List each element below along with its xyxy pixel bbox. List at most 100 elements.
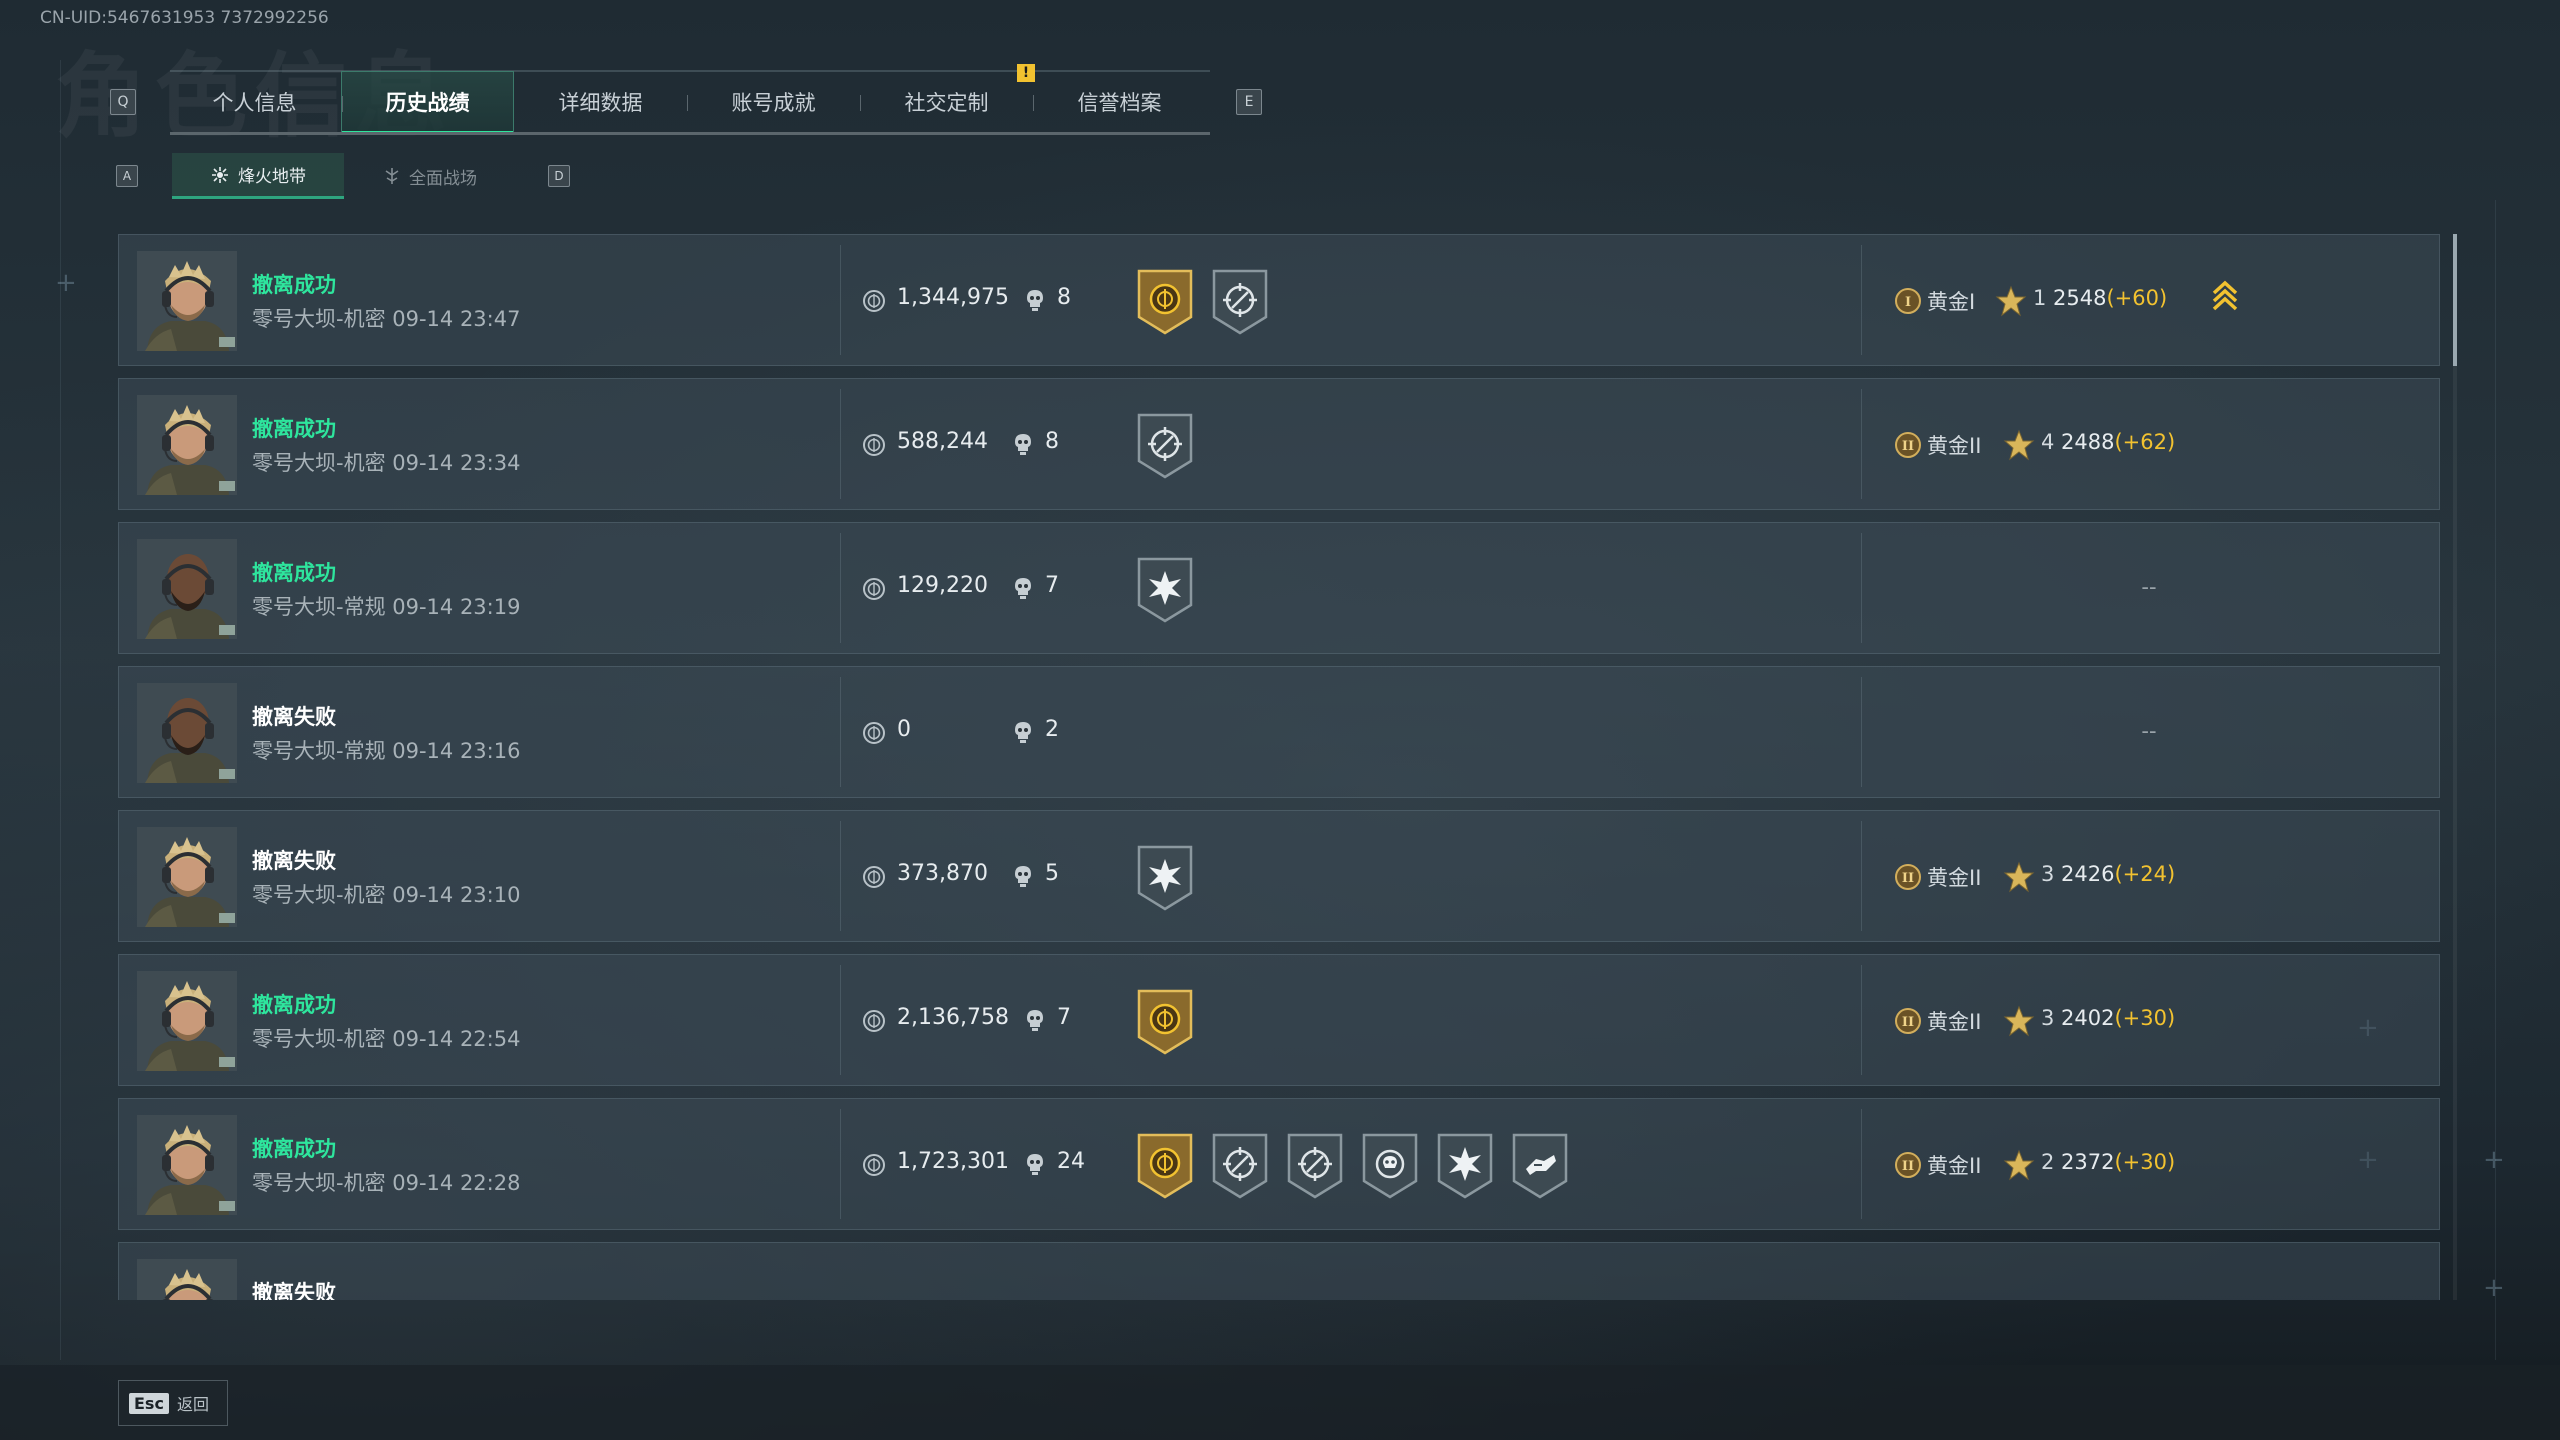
kill-count: 5	[1045, 861, 1059, 886]
extraction-status: 撤离失败	[252, 705, 336, 729]
asset-value: 373,870	[897, 861, 988, 886]
rank-label: 黄金II	[1927, 1010, 1982, 1034]
scrollbar-track[interactable]	[2453, 234, 2457, 1300]
gold-coin-medal-icon[interactable]	[1135, 267, 1195, 335]
operator-avatar	[137, 539, 237, 639]
match-row[interactable]: 撤离失败	[118, 1242, 2440, 1300]
tab-prev-key[interactable]: Q	[110, 89, 136, 115]
burst-medal-icon[interactable]	[1435, 1131, 1495, 1199]
svg-text:I: I	[1905, 295, 1911, 310]
kill-count: 7	[1057, 1005, 1071, 1030]
gold-coin-medal-icon[interactable]	[1135, 987, 1195, 1055]
hands-medal-icon[interactable]	[1510, 1131, 1570, 1199]
svg-text:II: II	[1902, 1015, 1914, 1030]
back-button[interactable]: Esc 返回	[118, 1380, 228, 1426]
match-row[interactable]: 撤离失败 零号大坝-机密 09-14 23:10 373,870 5 II 黄金II 3 24…	[118, 810, 2440, 942]
map-mode-time: 零号大坝-机密 09-14 23:10	[252, 883, 521, 907]
star-count: 2	[2041, 1150, 2055, 1174]
subtab-full-battlefield[interactable]: 全面战场	[344, 153, 516, 199]
decor-plus: +	[55, 268, 77, 298]
tab-reputation[interactable]: 信誉档案	[1033, 71, 1206, 133]
match-row[interactable]: 撤离成功 零号大坝-常规 09-14 23:19 129,220 7 --	[118, 522, 2440, 654]
asset-value: 1,344,975	[897, 285, 1009, 310]
score-delta: (+62)	[2114, 430, 2176, 454]
decor-line	[60, 60, 61, 1360]
rank-label: 黄金II	[1927, 434, 1982, 458]
coin-icon	[862, 433, 886, 457]
operator-avatar	[137, 395, 237, 495]
operator-avatar	[137, 1259, 237, 1300]
tab-match-history[interactable]: 历史战绩	[341, 71, 514, 135]
rank-up-icon	[2211, 279, 2239, 319]
tab-detailed-stats[interactable]: 详细数据	[514, 71, 687, 133]
burst-medal-icon[interactable]	[1135, 555, 1195, 623]
svg-text:II: II	[1902, 871, 1914, 886]
extraction-status: 撤离成功	[252, 993, 336, 1017]
star-count: 4	[2041, 430, 2055, 454]
coin-icon	[862, 289, 886, 313]
medal-list	[1135, 267, 1270, 335]
tab-label: 账号成就	[731, 91, 816, 115]
match-history-list[interactable]: 撤离成功 零号大坝-机密 09-14 23:47 1,344,975 8 I 黄金I 1 25…	[118, 234, 2442, 1300]
match-row[interactable]: 撤离成功 零号大坝-机密 09-14 23:34 588,244 8 II 黄金II 4 24…	[118, 378, 2440, 510]
tab-label: 社交定制	[904, 91, 989, 115]
score-delta: (+30)	[2114, 1150, 2176, 1174]
decor-line	[2495, 200, 2496, 1360]
coin-icon	[862, 721, 886, 745]
coin-icon	[862, 577, 886, 601]
crosshair-medal-icon[interactable]	[1210, 1131, 1270, 1199]
kill-count: 7	[1045, 573, 1059, 598]
skull-wings-medal-icon[interactable]	[1360, 1131, 1420, 1199]
crosshair-medal-icon[interactable]	[1285, 1131, 1345, 1199]
rank-score: 2548(+60)	[2053, 286, 2167, 310]
column-divider	[840, 821, 841, 931]
tab-achievements[interactable]: 账号成就	[687, 71, 860, 133]
match-row[interactable]: 撤离成功 零号大坝-机密 09-14 22:28 1,723,301 24 II 黄金II…	[118, 1098, 2440, 1230]
tabbar-underline	[170, 132, 1210, 135]
extraction-status: 撤离成功	[252, 561, 336, 585]
skull-icon	[1024, 1152, 1046, 1176]
rank-empty: --	[2141, 575, 2157, 599]
match-row[interactable]: 撤离成功 零号大坝-机密 09-14 22:54 2,136,758 7 II 黄金II 3…	[118, 954, 2440, 1086]
subtab-label: 烽火地带	[238, 167, 306, 187]
rank-score: 2426(+24)	[2061, 862, 2175, 886]
battlefield-icon	[385, 168, 399, 184]
star-count: 3	[2041, 862, 2055, 886]
rank-label: 黄金II	[1927, 1154, 1982, 1178]
decor-plus: +	[2483, 1145, 2505, 1175]
tab-label: 详细数据	[558, 91, 643, 115]
rank-empty: --	[2141, 719, 2157, 743]
tab-social[interactable]: 社交定制	[860, 71, 1033, 133]
kill-count: 8	[1045, 429, 1059, 454]
skull-icon	[1012, 576, 1034, 600]
rank-score: 2402(+30)	[2061, 1006, 2175, 1030]
star-icon	[2003, 861, 2035, 893]
extraction-status: 撤离成功	[252, 417, 336, 441]
star-icon	[1995, 285, 2027, 317]
burst-medal-icon[interactable]	[1135, 843, 1195, 911]
extraction-status: 撤离失败	[252, 1281, 336, 1300]
rank-score: 2488(+62)	[2061, 430, 2175, 454]
tab-label: 历史战绩	[385, 91, 470, 115]
star-icon	[2003, 1005, 2035, 1037]
tab-next-key[interactable]: E	[1236, 89, 1262, 115]
column-divider	[840, 677, 841, 787]
map-mode-time: 零号大坝-机密 09-14 22:28	[252, 1171, 521, 1195]
subtab-hazard-zone[interactable]: 烽火地带	[172, 153, 344, 199]
tab-profile[interactable]: 个人信息	[168, 71, 341, 133]
crosshair-medal-icon[interactable]	[1135, 411, 1195, 479]
crosshair-medal-icon[interactable]	[1210, 267, 1270, 335]
match-row[interactable]: 撤离成功 零号大坝-机密 09-14 23:47 1,344,975 8 I 黄金I 1 25…	[118, 234, 2440, 366]
gold-coin-medal-icon[interactable]	[1135, 1131, 1195, 1199]
map-mode-time: 零号大坝-机密 09-14 22:54	[252, 1027, 521, 1051]
map-mode-time: 零号大坝-常规 09-14 23:19	[252, 595, 521, 619]
subtab-next-key[interactable]: D	[548, 165, 570, 187]
medal-list	[1135, 411, 1195, 479]
map-mode-time: 零号大坝-机密 09-14 23:47	[252, 307, 521, 331]
scrollbar-thumb[interactable]	[2453, 234, 2457, 366]
subtab-prev-key[interactable]: A	[116, 165, 138, 187]
rank-score: 2372(+30)	[2061, 1150, 2175, 1174]
column-divider	[840, 965, 841, 1075]
svg-text:II: II	[1902, 439, 1914, 454]
match-row[interactable]: 撤离失败 零号大坝-常规 09-14 23:16 0 2 --	[118, 666, 2440, 798]
